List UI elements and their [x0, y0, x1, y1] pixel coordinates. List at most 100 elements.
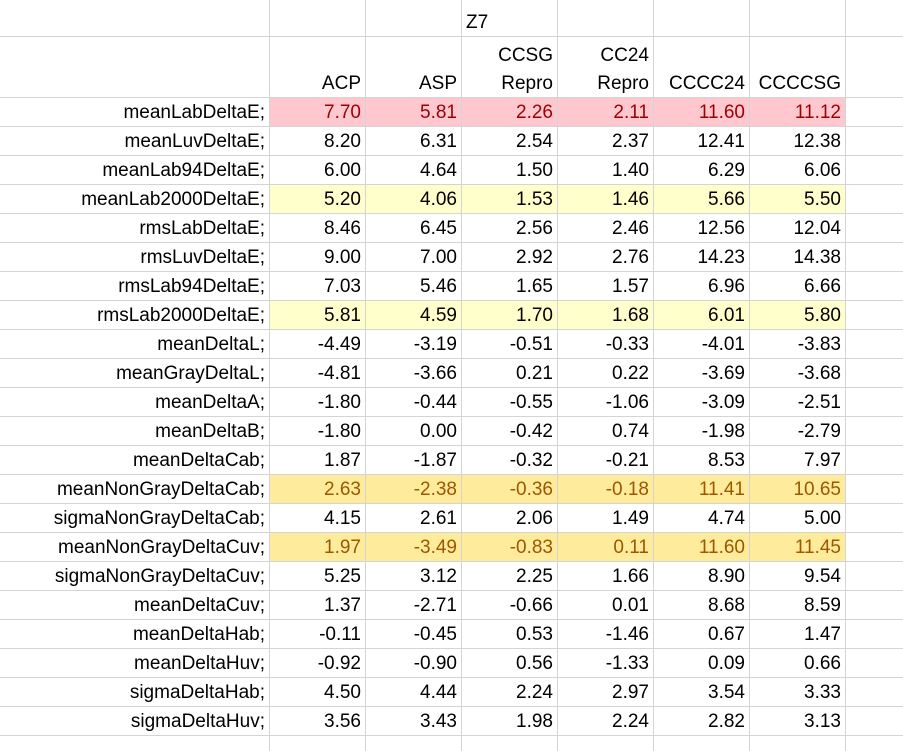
grid-cell[interactable] [846, 98, 903, 127]
column-header-cell[interactable]: ASP [366, 37, 462, 98]
grid-cell[interactable] [846, 359, 903, 388]
value-cell[interactable]: 5.66 [654, 185, 750, 214]
value-cell[interactable]: -1.80 [270, 388, 366, 417]
value-cell[interactable]: -4.81 [270, 359, 366, 388]
grid-cell[interactable] [846, 0, 903, 37]
value-cell[interactable]: 12.38 [750, 127, 846, 156]
value-cell[interactable]: -4.49 [270, 330, 366, 359]
row-label-cell[interactable]: rmsLab2000DeltaE; [0, 301, 270, 330]
value-cell[interactable]: -1.46 [558, 620, 654, 649]
value-cell[interactable]: 7.03 [270, 272, 366, 301]
row-label-cell[interactable]: meanDeltaB; [0, 417, 270, 446]
value-cell[interactable]: 6.31 [366, 127, 462, 156]
value-cell[interactable]: 5.46 [366, 272, 462, 301]
grid-cell[interactable] [270, 0, 366, 37]
value-cell[interactable]: 0.66 [750, 649, 846, 678]
grid-cell[interactable] [750, 736, 846, 751]
grid-cell[interactable] [846, 678, 903, 707]
value-cell[interactable]: 2.11 [558, 98, 654, 127]
value-cell[interactable]: 1.65 [462, 272, 558, 301]
value-cell[interactable]: -2.71 [366, 591, 462, 620]
value-cell[interactable]: -0.90 [366, 649, 462, 678]
value-cell[interactable]: 0.67 [654, 620, 750, 649]
value-cell[interactable]: 11.45 [750, 533, 846, 562]
value-cell[interactable]: 2.92 [462, 243, 558, 272]
grid-cell[interactable] [846, 156, 903, 185]
grid-cell[interactable] [0, 37, 270, 98]
value-cell[interactable]: -0.32 [462, 446, 558, 475]
value-cell[interactable]: 0.01 [558, 591, 654, 620]
value-cell[interactable]: -0.83 [462, 533, 558, 562]
value-cell[interactable]: 4.06 [366, 185, 462, 214]
grid-cell[interactable] [846, 736, 903, 751]
row-label-cell[interactable]: meanDeltaHab; [0, 620, 270, 649]
value-cell[interactable]: 7.00 [366, 243, 462, 272]
value-cell[interactable]: 1.53 [462, 185, 558, 214]
value-cell[interactable]: 8.53 [654, 446, 750, 475]
grid-cell[interactable] [366, 736, 462, 751]
value-cell[interactable]: 0.53 [462, 620, 558, 649]
row-label-cell[interactable]: meanNonGrayDeltaCab; [0, 475, 270, 504]
grid-cell[interactable] [846, 301, 903, 330]
value-cell[interactable]: 1.37 [270, 591, 366, 620]
value-cell[interactable]: 1.66 [558, 562, 654, 591]
grid-cell[interactable] [750, 0, 846, 37]
column-header-cell[interactable]: CCSG Repro [462, 37, 558, 98]
value-cell[interactable]: 4.59 [366, 301, 462, 330]
value-cell[interactable]: 14.23 [654, 243, 750, 272]
value-cell[interactable]: 11.12 [750, 98, 846, 127]
row-label-cell[interactable]: rmsLuvDeltaE; [0, 243, 270, 272]
value-cell[interactable]: 7.97 [750, 446, 846, 475]
value-cell[interactable]: -0.21 [558, 446, 654, 475]
value-cell[interactable]: 2.76 [558, 243, 654, 272]
value-cell[interactable]: 4.15 [270, 504, 366, 533]
grid-cell[interactable] [654, 736, 750, 751]
column-header-cell[interactable]: CC24 Repro [558, 37, 654, 98]
value-cell[interactable]: 12.04 [750, 214, 846, 243]
value-cell[interactable]: 6.01 [654, 301, 750, 330]
value-cell[interactable]: 0.56 [462, 649, 558, 678]
value-cell[interactable]: 11.60 [654, 98, 750, 127]
row-label-cell[interactable]: sigmaDeltaHuv; [0, 707, 270, 736]
value-cell[interactable]: 1.68 [558, 301, 654, 330]
value-cell[interactable]: 3.13 [750, 707, 846, 736]
value-cell[interactable]: 1.98 [462, 707, 558, 736]
value-cell[interactable]: 5.81 [270, 301, 366, 330]
value-cell[interactable]: 1.47 [750, 620, 846, 649]
value-cell[interactable]: -0.55 [462, 388, 558, 417]
value-cell[interactable]: 6.45 [366, 214, 462, 243]
grid-cell[interactable] [846, 591, 903, 620]
row-label-cell[interactable]: meanLab2000DeltaE; [0, 185, 270, 214]
grid-cell[interactable] [846, 388, 903, 417]
row-label-cell[interactable]: rmsLabDeltaE; [0, 214, 270, 243]
row-label-cell[interactable]: meanDeltaL; [0, 330, 270, 359]
value-cell[interactable]: 8.59 [750, 591, 846, 620]
value-cell[interactable]: 9.00 [270, 243, 366, 272]
value-cell[interactable]: 6.66 [750, 272, 846, 301]
value-cell[interactable]: 14.38 [750, 243, 846, 272]
grid-cell[interactable] [846, 504, 903, 533]
column-header-cell[interactable]: CCCCSG [750, 37, 846, 98]
value-cell[interactable]: -3.66 [366, 359, 462, 388]
value-cell[interactable]: 0.74 [558, 417, 654, 446]
grid-cell[interactable] [846, 533, 903, 562]
value-cell[interactable]: 2.06 [462, 504, 558, 533]
value-cell[interactable]: 4.74 [654, 504, 750, 533]
value-cell[interactable]: 5.00 [750, 504, 846, 533]
row-label-cell[interactable]: meanLabDeltaE; [0, 98, 270, 127]
value-cell[interactable]: -0.11 [270, 620, 366, 649]
grid-cell[interactable] [0, 736, 270, 751]
value-cell[interactable]: 1.70 [462, 301, 558, 330]
value-cell[interactable]: 8.90 [654, 562, 750, 591]
row-label-cell[interactable]: rmsLab94DeltaE; [0, 272, 270, 301]
value-cell[interactable]: 3.43 [366, 707, 462, 736]
value-cell[interactable]: 4.44 [366, 678, 462, 707]
row-label-cell[interactable]: sigmaNonGrayDeltaCab; [0, 504, 270, 533]
value-cell[interactable]: 0.00 [366, 417, 462, 446]
value-cell[interactable]: 1.40 [558, 156, 654, 185]
value-cell[interactable]: 6.96 [654, 272, 750, 301]
value-cell[interactable]: -3.68 [750, 359, 846, 388]
grid-cell[interactable] [462, 736, 558, 751]
value-cell[interactable]: 0.21 [462, 359, 558, 388]
value-cell[interactable]: 2.54 [462, 127, 558, 156]
